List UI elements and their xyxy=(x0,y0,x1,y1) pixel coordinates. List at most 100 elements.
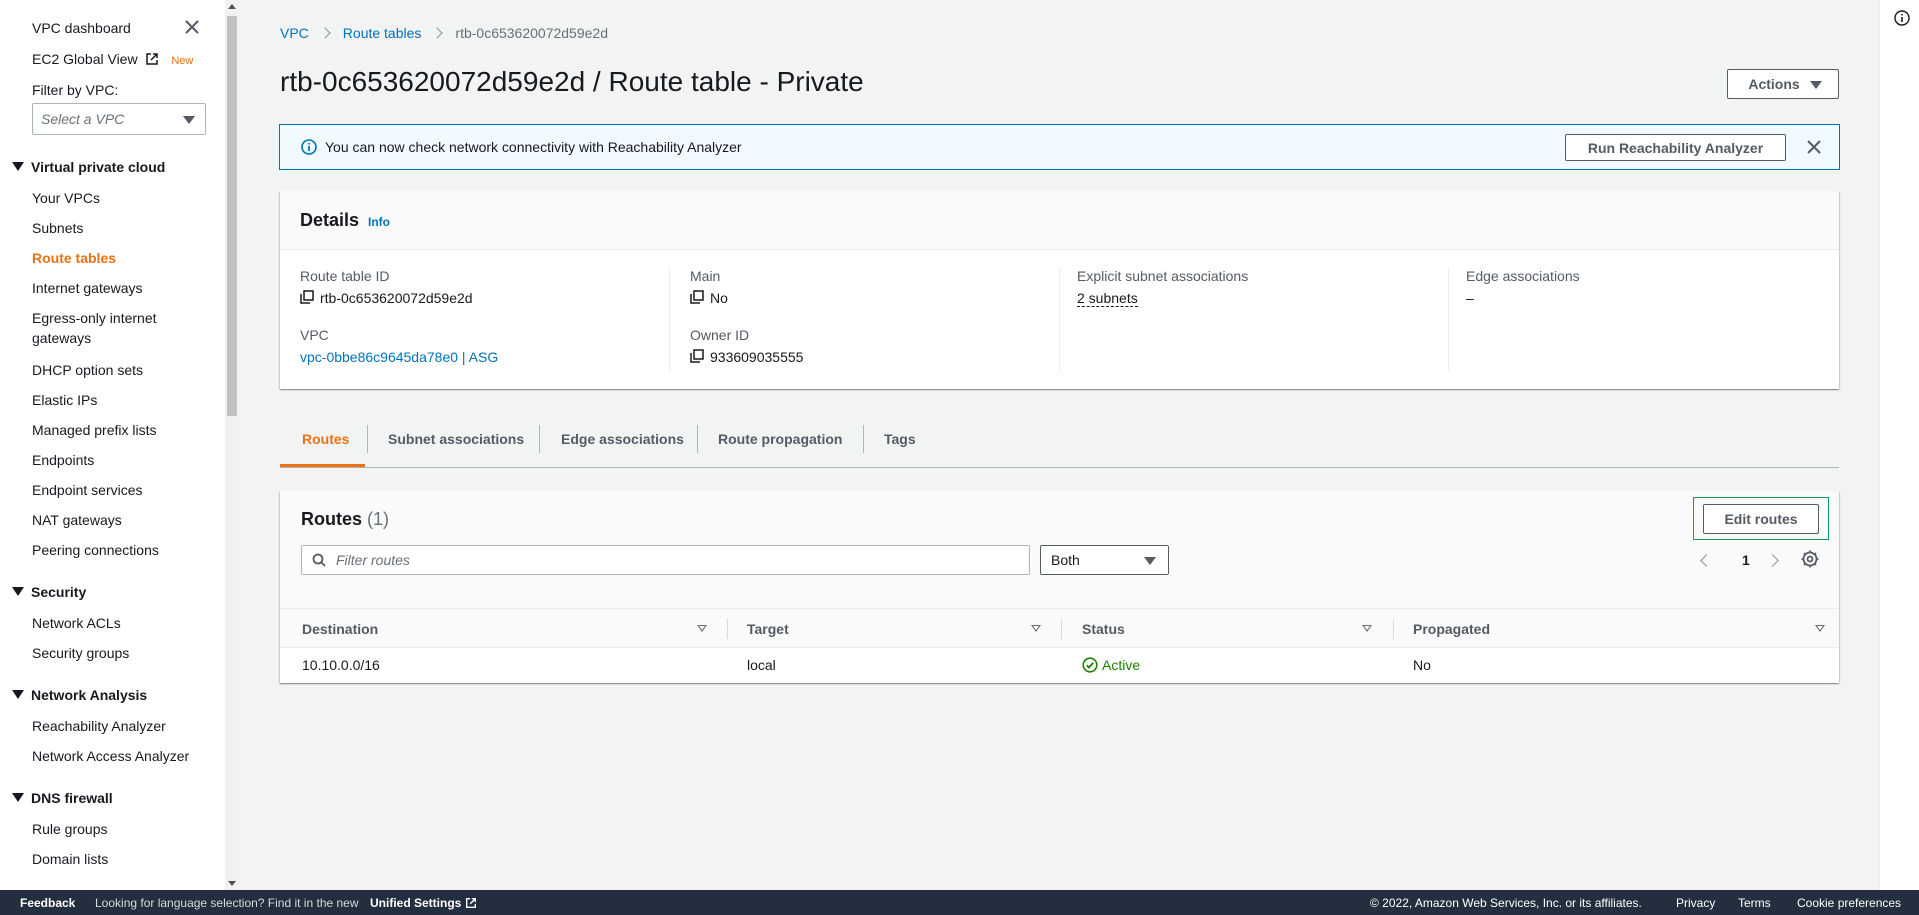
run-reachability-analyzer-button[interactable]: Run Reachability Analyzer xyxy=(1565,134,1786,161)
feedback-link[interactable]: Feedback xyxy=(20,896,75,910)
actions-button[interactable]: Actions xyxy=(1727,69,1839,99)
section-virtual-private-cloud[interactable]: Virtual private cloud xyxy=(12,159,165,175)
column-divider[interactable] xyxy=(1061,619,1062,639)
close-icon[interactable] xyxy=(1806,139,1822,155)
breadcrumb-route-tables[interactable]: Route tables xyxy=(343,25,422,41)
chevron-right-icon[interactable] xyxy=(1766,554,1779,567)
sidebar-scrollbar[interactable] xyxy=(225,0,239,890)
nav-peering-connections[interactable]: Peering connections xyxy=(32,542,159,558)
sort-icon[interactable] xyxy=(1815,625,1825,632)
routes-table-panel: Routes (1) Edit routes Filter routes Bot… xyxy=(280,491,1839,683)
copy-icon[interactable] xyxy=(300,290,314,304)
gear-icon[interactable] xyxy=(1800,549,1820,569)
nav-ec2-global-view-label: EC2 Global View xyxy=(32,51,138,67)
filter-placeholder: Filter routes xyxy=(336,552,410,568)
details-title: Details xyxy=(300,210,360,230)
page-number[interactable]: 1 xyxy=(1742,552,1750,568)
section-network-analysis[interactable]: Network Analysis xyxy=(12,687,147,703)
breadcrumb-vpc[interactable]: VPC xyxy=(280,25,309,41)
nav-security-groups[interactable]: Security groups xyxy=(32,645,129,661)
status-text: Active xyxy=(1102,657,1141,673)
nav-network-access-analyzer[interactable]: Network Access Analyzer xyxy=(32,748,189,764)
route-type-select[interactable]: Both xyxy=(1040,545,1169,575)
details-header: Details Info xyxy=(280,191,1839,250)
scrollbar-thumb[interactable] xyxy=(227,16,237,416)
column-status[interactable]: Status xyxy=(1082,621,1125,637)
breadcrumb: VPC Route tables rtb-0c653620072d59e2d xyxy=(280,25,608,41)
cell-status: Active xyxy=(1082,657,1140,673)
nav-ec2-global-view[interactable]: EC2 Global View New xyxy=(32,51,193,67)
tab-subnet-associations[interactable]: Subnet associations xyxy=(388,419,524,467)
nav-egress-only-gateways[interactable]: Egress-only internet gateways xyxy=(32,310,157,346)
actions-button-label: Actions xyxy=(1748,76,1800,92)
nav-elastic-ips[interactable]: Elastic IPs xyxy=(32,392,97,408)
nav-network-acls[interactable]: Network ACLs xyxy=(32,615,121,631)
copy-icon[interactable] xyxy=(690,290,704,304)
column-divider[interactable] xyxy=(727,619,728,639)
close-icon[interactable] xyxy=(183,18,201,36)
tab-tags[interactable]: Tags xyxy=(884,419,916,467)
column-propagated[interactable]: Propagated xyxy=(1413,621,1490,637)
privacy-link[interactable]: Privacy xyxy=(1676,896,1715,910)
nav-your-vpcs[interactable]: Your VPCs xyxy=(32,190,100,206)
nav-nat-gateways[interactable]: NAT gateways xyxy=(32,512,122,528)
nav-dhcp-option-sets[interactable]: DHCP option sets xyxy=(32,362,143,378)
info-link[interactable]: Info xyxy=(368,215,390,229)
routes-count: (1) xyxy=(367,509,390,529)
nav-managed-prefix-lists[interactable]: Managed prefix lists xyxy=(32,422,157,438)
vpc-filter-select[interactable]: Select a VPC xyxy=(32,103,206,135)
sort-icon[interactable] xyxy=(697,625,707,632)
cookie-preferences-link[interactable]: Cookie preferences xyxy=(1797,896,1901,910)
column-destination[interactable]: Destination xyxy=(302,621,378,637)
caret-down-icon xyxy=(12,690,24,699)
column-divider xyxy=(1059,268,1060,371)
nav-endpoints[interactable]: Endpoints xyxy=(32,452,94,468)
info-icon xyxy=(301,139,317,155)
nav-egress-line-2: gateways xyxy=(32,330,92,346)
nav-subnets[interactable]: Subnets xyxy=(32,220,83,236)
nav-internet-gateways[interactable]: Internet gateways xyxy=(32,280,143,296)
tab-edge-associations[interactable]: Edge associations xyxy=(561,419,684,467)
copy-icon[interactable] xyxy=(690,349,704,363)
side-navigation: VPC dashboard EC2 Global View New Filter… xyxy=(0,0,225,890)
search-icon xyxy=(312,553,326,567)
nav-endpoint-services[interactable]: Endpoint services xyxy=(32,482,143,498)
unified-settings-link[interactable]: Unified Settings xyxy=(370,896,477,910)
chevron-left-icon[interactable] xyxy=(1700,554,1713,567)
nav-reachability-analyzer[interactable]: Reachability Analyzer xyxy=(32,718,166,734)
section-security[interactable]: Security xyxy=(12,584,86,600)
tab-divider xyxy=(697,425,698,453)
tab-divider xyxy=(863,425,864,453)
section-dns-firewall[interactable]: DNS firewall xyxy=(12,790,113,806)
cell-destination: 10.10.0.0/16 xyxy=(302,657,380,673)
nav-rule-groups[interactable]: Rule groups xyxy=(32,821,108,837)
scroll-up-icon[interactable] xyxy=(228,4,236,9)
nav-route-tables[interactable]: Route tables xyxy=(32,250,116,266)
column-divider[interactable] xyxy=(1393,619,1394,639)
success-icon xyxy=(1082,657,1098,673)
info-flashbar: You can now check network connectivity w… xyxy=(279,124,1840,170)
vpc-filter-placeholder: Select a VPC xyxy=(41,111,125,127)
vpc-value: vpc-0bbe86c9645da78e0 | ASG xyxy=(300,349,498,365)
sort-icon[interactable] xyxy=(1362,625,1372,632)
vpc-link[interactable]: vpc-0bbe86c9645da78e0 | ASG xyxy=(300,349,498,365)
info-icon[interactable] xyxy=(1894,10,1910,26)
edit-routes-button[interactable]: Edit routes xyxy=(1703,504,1819,534)
breadcrumb-current: rtb-0c653620072d59e2d xyxy=(455,25,608,41)
unified-settings-label: Unified Settings xyxy=(370,896,462,910)
cell-propagated: No xyxy=(1413,657,1431,673)
tab-routes[interactable]: Routes xyxy=(280,419,365,467)
sort-icon[interactable] xyxy=(1031,625,1041,632)
tab-route-propagation[interactable]: Route propagation xyxy=(718,419,842,467)
scroll-down-icon[interactable] xyxy=(228,881,236,886)
external-link-icon xyxy=(146,53,159,65)
terms-link[interactable]: Terms xyxy=(1738,896,1771,910)
feedback-label: Feedback xyxy=(20,896,76,910)
caret-down-icon xyxy=(1810,81,1822,89)
filter-routes-input[interactable]: Filter routes xyxy=(301,545,1030,575)
caret-down-icon xyxy=(1144,557,1156,565)
nav-domain-lists[interactable]: Domain lists xyxy=(32,851,108,867)
column-target[interactable]: Target xyxy=(747,621,789,637)
nav-vpc-dashboard[interactable]: VPC dashboard xyxy=(32,20,131,36)
subnets-popover-trigger[interactable]: 2 subnets xyxy=(1077,290,1138,307)
